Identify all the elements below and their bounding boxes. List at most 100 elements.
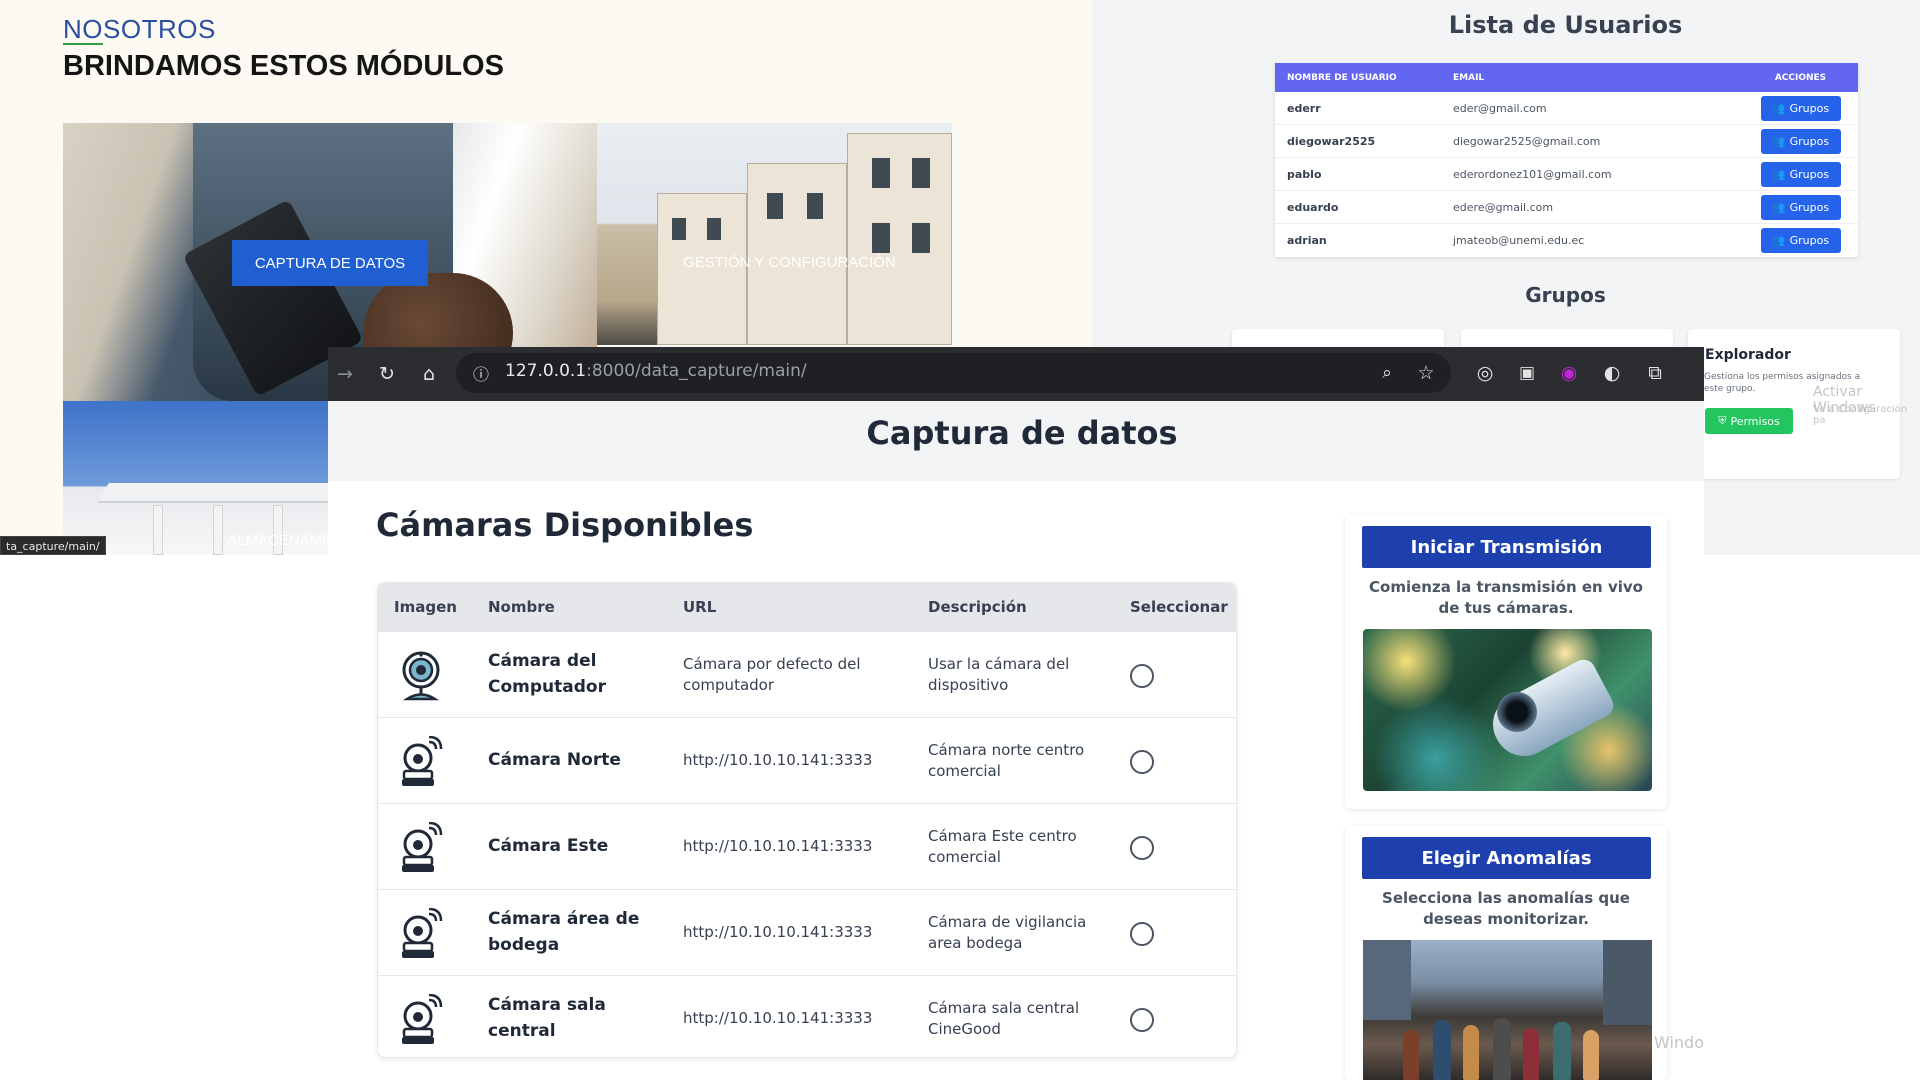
grupos-button-label: Grupos: [1789, 167, 1830, 181]
bookmark-star-icon[interactable]: ☆: [1411, 358, 1441, 388]
house-shape: [847, 133, 952, 345]
section-title: BRINDAMOS ESTOS MÓDULOS: [63, 50, 504, 82]
table-row: diegowar2525 diegowar2525@gmail.com 👥 Gru…: [1275, 125, 1858, 158]
extension-target-icon[interactable]: ◎: [1470, 358, 1500, 388]
camera-name: Cámara área de bodega: [488, 909, 640, 955]
email-cell: diegowar2525@gmail.com: [1453, 134, 1601, 148]
camera-description: Cámara norte centro comercial: [928, 741, 1085, 780]
page-title: Captura de datos: [866, 414, 1178, 452]
security-camera-lens-shape: [1497, 692, 1537, 732]
window-shape: [912, 223, 930, 253]
site-info-icon[interactable]: ⓘ: [466, 358, 496, 388]
tile-label-almacenamiento: ALMACENAMIEN: [227, 532, 330, 549]
col-header-url: URL: [683, 598, 717, 616]
camera-select-radio[interactable]: [1130, 664, 1154, 688]
home-icon[interactable]: ⌂: [414, 359, 444, 389]
users-icon: 👥: [1771, 167, 1786, 181]
users-icon: 👥: [1771, 200, 1786, 214]
camera-select-radio[interactable]: [1130, 1008, 1154, 1032]
window-shape: [672, 218, 686, 240]
grupos-button-label: Grupos: [1789, 101, 1830, 115]
forward-icon[interactable]: →: [330, 359, 360, 389]
cameras-title: Cámaras Disponibles: [376, 506, 754, 544]
table-row: Cámara área de bodega http://10.10.10.14…: [378, 889, 1236, 975]
users-icon: 👥: [1771, 134, 1786, 148]
permisos-button[interactable]: ⛨ Permisos: [1705, 408, 1793, 434]
camera-select-radio[interactable]: [1130, 836, 1154, 860]
url-text[interactable]: 127.0.0.1:8000/data_capture/main/: [505, 361, 807, 381]
col-header-email: EMAIL: [1453, 72, 1485, 83]
col-header-imagen: Imagen: [394, 598, 457, 616]
person-shape: [1523, 1028, 1539, 1080]
table-row: Cámara del Computador Cámara por defecto…: [378, 631, 1236, 717]
url-path: :8000/data_capture/main/: [586, 361, 807, 381]
window-shape: [912, 158, 930, 188]
email-cell: ederordonez101@gmail.com: [1453, 167, 1612, 181]
col-header-seleccionar: Seleccionar: [1130, 598, 1228, 616]
person-shape: [1493, 1018, 1511, 1080]
grupos-button[interactable]: 👥 Grupos: [1760, 95, 1841, 121]
module-tile-almacenamiento[interactable]: ALMACENAMIEN: [63, 401, 330, 555]
windows-activation-watermark: Windo: [1654, 1033, 1704, 1052]
ip-camera-icon: [402, 994, 443, 1044]
window-shape: [707, 218, 721, 240]
elegir-anomalias-button[interactable]: Elegir Anomalías: [1362, 837, 1651, 879]
users-icon: 👥: [1771, 101, 1786, 115]
col-header-descripcion: Descripción: [928, 598, 1027, 616]
col-header-nombre: Nombre: [488, 598, 555, 616]
windows-activation-hint: Ve a Configuración pa: [1813, 404, 1908, 426]
grupos-button-label: Grupos: [1789, 234, 1830, 247]
ip-camera-icon: [402, 736, 443, 786]
person-shape: [1463, 1025, 1479, 1080]
column-shape: [153, 505, 163, 555]
captura-de-datos-button[interactable]: CAPTURA DE DATOS: [232, 240, 428, 286]
grupos-button[interactable]: 👥 Grupos: [1760, 194, 1841, 220]
grupos-button[interactable]: 👥 Grupos: [1760, 161, 1841, 187]
grupos-button[interactable]: 👥 Grupos: [1760, 128, 1841, 154]
reload-icon[interactable]: ↻: [372, 359, 402, 389]
grupos-button-label: Grupos: [1789, 134, 1830, 148]
table-row: eduardo edere@gmail.com 👥 Grupos: [1275, 191, 1858, 224]
person-shape: [1433, 1020, 1451, 1080]
email-cell: eder@gmail.com: [1453, 101, 1547, 115]
camera-url: Cámara por defecto del computador: [683, 655, 861, 694]
camera-name: Cámara sala central: [488, 995, 606, 1041]
section-kicker: NOSOTROS: [63, 14, 216, 44]
table-row: Cámara sala central http://10.10.10.141:…: [378, 975, 1236, 1057]
building-shape: [1603, 940, 1652, 1025]
camera-description: Cámara Este centro comercial: [928, 827, 1077, 866]
camera-name: Cámara Este: [488, 836, 609, 856]
window-shape: [807, 193, 823, 219]
usuarios-title: Lista de Usuarios: [1448, 11, 1683, 39]
iniciar-transmision-button[interactable]: Iniciar Transmisión: [1362, 526, 1651, 568]
table-row: adrian jmateob@unemi.edu.ec 👥 Grupos: [1275, 224, 1858, 257]
email-cell: jmateob@unemi.edu.ec: [1453, 234, 1585, 247]
puzzle-icon[interactable]: ⧉: [1640, 358, 1670, 388]
camera-select-radio[interactable]: [1130, 922, 1154, 946]
zoom-icon[interactable]: ⌕: [1372, 358, 1402, 388]
username-cell: diegowar2525: [1287, 134, 1376, 148]
link-status-bar: ta_capture/main/: [0, 536, 106, 555]
camera-select-radio[interactable]: [1130, 750, 1154, 774]
camera-description: Cámara sala central CineGood: [928, 999, 1080, 1038]
module-tile-gestion[interactable]: GESTIÓN Y CONFIGURACIÓN: [597, 123, 952, 345]
email-cell: edere@gmail.com: [1453, 200, 1554, 214]
shield-icon: ⛨: [1718, 414, 1727, 427]
webcam-icon: [402, 651, 440, 701]
username-cell: ederr: [1287, 101, 1321, 115]
crowd-street-image: [1363, 940, 1652, 1080]
window-shape: [872, 158, 890, 188]
cameras-table: Imagen Nombre URL Descripción Selecciona…: [377, 582, 1237, 1058]
camera-url: http://10.10.10.141:3333: [683, 923, 873, 941]
grupos-title: Grupos: [1525, 283, 1606, 307]
camera-url: http://10.10.10.141:3333: [683, 751, 873, 769]
extension-circle-icon[interactable]: ◐: [1597, 358, 1627, 388]
table-row: Cámara Este http://10.10.10.141:3333 Cám…: [378, 803, 1236, 889]
extension-globe-icon[interactable]: ◉: [1554, 358, 1584, 388]
users-table-header: NOMBRE DE USUARIO EMAIL ACCIONES: [1275, 63, 1858, 92]
extension-sim-icon[interactable]: ▣: [1512, 358, 1542, 388]
camera-url: http://10.10.10.141:3333: [683, 1009, 873, 1027]
grupos-button[interactable]: 👥 Grupos: [1760, 228, 1841, 253]
ip-camera-icon: [402, 822, 443, 872]
camera-name: Cámara Norte: [488, 750, 621, 770]
